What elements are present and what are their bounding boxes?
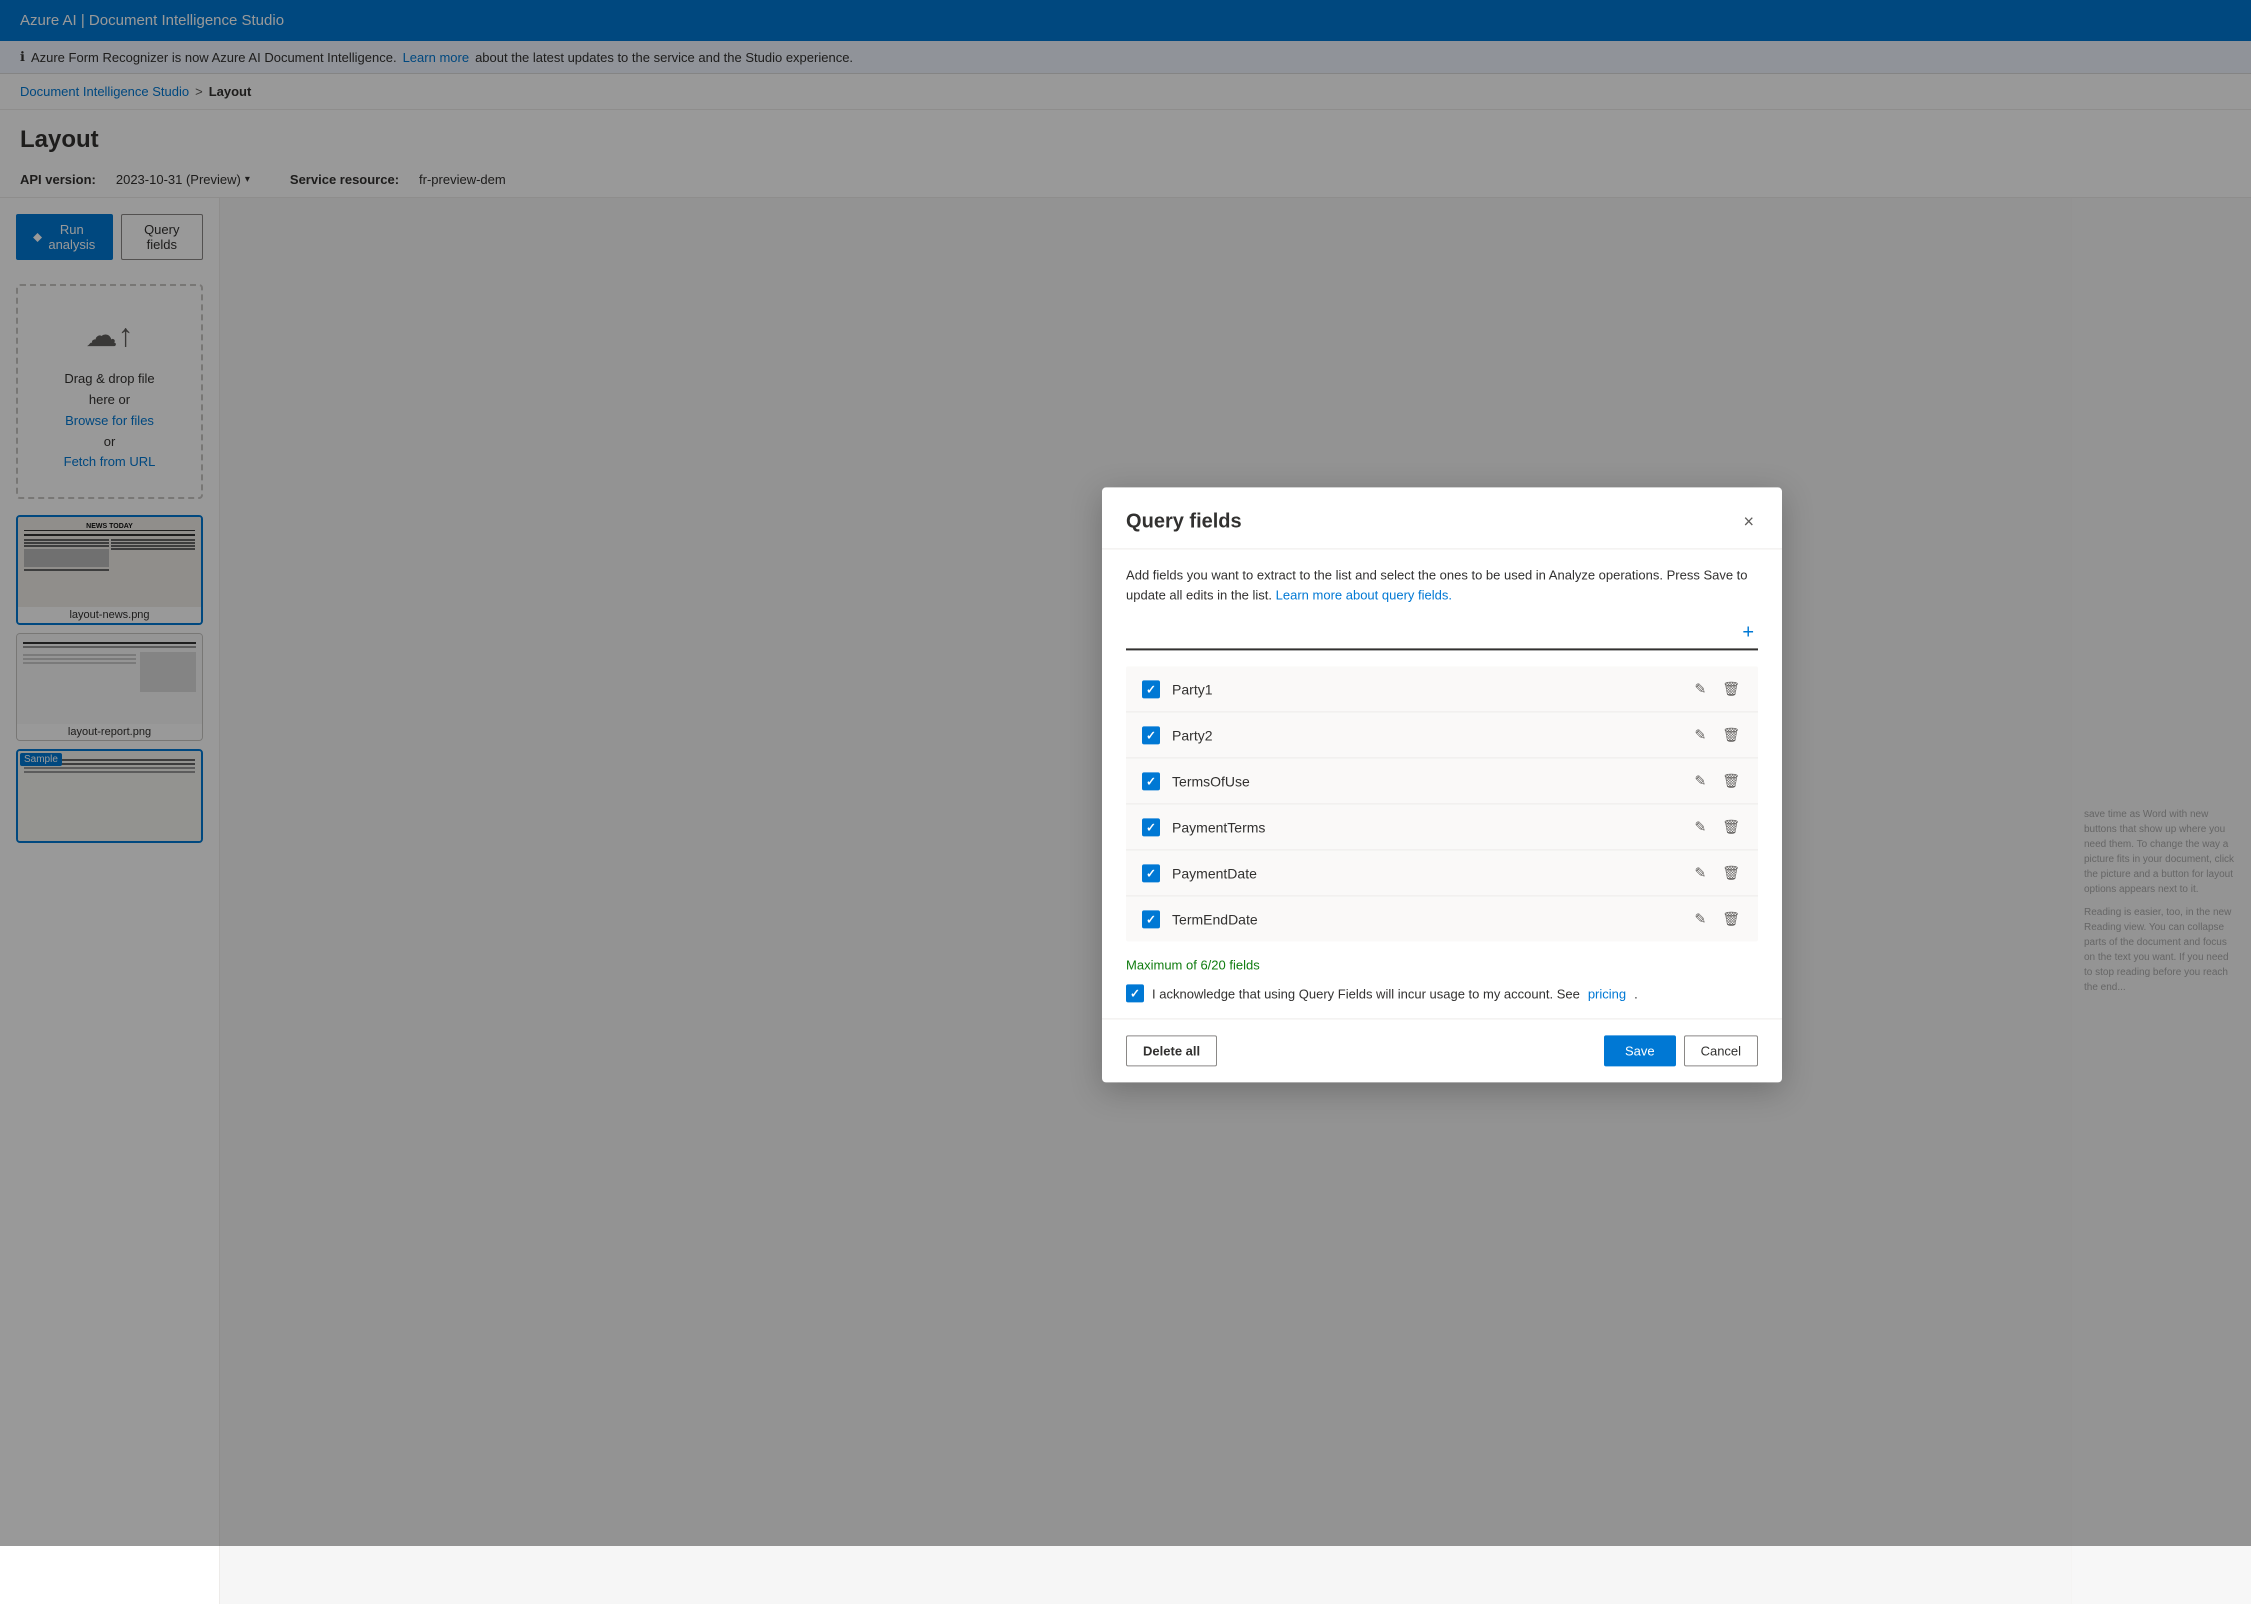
field-checkbox-termenddate[interactable]: ✓	[1142, 910, 1160, 928]
pricing-link[interactable]: pricing	[1588, 986, 1626, 1001]
checkmark-icon: ✓	[1146, 728, 1156, 742]
field-name-termsofuse: TermsOfUse	[1172, 773, 1680, 789]
field-checkbox-paymentterms[interactable]: ✓	[1142, 818, 1160, 836]
checkmark-icon: ✓	[1130, 986, 1140, 1000]
checkmark-icon: ✓	[1146, 866, 1156, 880]
close-icon: ×	[1744, 511, 1755, 532]
acknowledge-end: .	[1634, 986, 1638, 1001]
field-actions: ✎ 🗑	[1693, 816, 1743, 837]
field-checkbox-party2[interactable]: ✓	[1142, 726, 1160, 744]
checkmark-icon: ✓	[1146, 820, 1156, 834]
delete-field-button-termsofuse[interactable]: 🗑	[1720, 770, 1742, 791]
add-field-input[interactable]	[1126, 620, 1738, 644]
edit-field-button-party2[interactable]: ✎	[1693, 724, 1709, 745]
field-checkbox-party1[interactable]: ✓	[1142, 680, 1160, 698]
field-item: ✓ Party2 ✎ 🗑	[1126, 712, 1758, 758]
acknowledge-row: ✓ I acknowledge that using Query Fields …	[1126, 984, 1758, 1002]
add-field-row: +	[1126, 620, 1758, 650]
cancel-button[interactable]: Cancel	[1684, 1035, 1758, 1066]
acknowledge-checkbox[interactable]: ✓	[1126, 984, 1144, 1002]
save-button[interactable]: Save	[1604, 1035, 1676, 1066]
edit-field-button-party1[interactable]: ✎	[1693, 678, 1709, 699]
field-item: ✓ TermsOfUse ✎ 🗑	[1126, 758, 1758, 804]
field-actions: ✎ 🗑	[1693, 770, 1743, 791]
max-fields-notice: Maximum of 6/20 fields	[1126, 957, 1758, 972]
modal-body: Add fields you want to extract to the li…	[1102, 549, 1782, 1018]
fields-list: ✓ Party1 ✎ 🗑 ✓ Party2 ✎ 🗑 ✓ TermsOfUse ✎	[1126, 666, 1758, 941]
field-item: ✓ Party1 ✎ 🗑	[1126, 666, 1758, 712]
field-name-party1: Party1	[1172, 681, 1680, 697]
edit-field-button-paymentdate[interactable]: ✎	[1693, 862, 1709, 883]
edit-field-button-paymentterms[interactable]: ✎	[1693, 816, 1709, 837]
learn-more-query-link[interactable]: Learn more about query fields.	[1276, 587, 1452, 602]
field-item: ✓ PaymentTerms ✎ 🗑	[1126, 804, 1758, 850]
field-checkbox-termsofuse[interactable]: ✓	[1142, 772, 1160, 790]
checkmark-icon: ✓	[1146, 774, 1156, 788]
field-actions: ✎ 🗑	[1693, 678, 1743, 699]
plus-icon: +	[1742, 621, 1754, 643]
delete-field-button-paymentterms[interactable]: 🗑	[1720, 816, 1742, 837]
delete-all-button[interactable]: Delete all	[1126, 1035, 1217, 1066]
modal-close-button[interactable]: ×	[1740, 507, 1759, 536]
field-name-party2: Party2	[1172, 727, 1680, 743]
modal-header: Query fields ×	[1102, 487, 1782, 549]
field-item: ✓ TermEndDate ✎ 🗑	[1126, 896, 1758, 941]
checkmark-icon: ✓	[1146, 912, 1156, 926]
field-item: ✓ PaymentDate ✎ 🗑	[1126, 850, 1758, 896]
field-actions: ✎ 🗑	[1693, 908, 1743, 929]
field-name-paymentdate: PaymentDate	[1172, 865, 1680, 881]
delete-field-button-termenddate[interactable]: 🗑	[1720, 908, 1742, 929]
delete-field-button-party1[interactable]: 🗑	[1720, 678, 1742, 699]
modal-footer-right: Save Cancel	[1604, 1035, 1758, 1066]
checkmark-icon: ✓	[1146, 682, 1156, 696]
query-fields-modal: Query fields × Add fields you want to ex…	[1102, 487, 1782, 1082]
modal-footer: Delete all Save Cancel	[1102, 1018, 1782, 1082]
field-actions: ✎ 🗑	[1693, 724, 1743, 745]
edit-field-button-termsofuse[interactable]: ✎	[1693, 770, 1709, 791]
field-name-paymentterms: PaymentTerms	[1172, 819, 1680, 835]
field-checkbox-paymentdate[interactable]: ✓	[1142, 864, 1160, 882]
add-field-button[interactable]: +	[1738, 621, 1758, 644]
field-name-termenddate: TermEndDate	[1172, 911, 1680, 927]
edit-field-button-termenddate[interactable]: ✎	[1693, 908, 1709, 929]
modal-description: Add fields you want to extract to the li…	[1126, 565, 1758, 604]
field-actions: ✎ 🗑	[1693, 862, 1743, 883]
acknowledge-text: I acknowledge that using Query Fields wi…	[1152, 986, 1580, 1001]
delete-field-button-party2[interactable]: 🗑	[1720, 724, 1742, 745]
modal-title: Query fields	[1126, 510, 1242, 533]
delete-field-button-paymentdate[interactable]: 🗑	[1720, 862, 1742, 883]
